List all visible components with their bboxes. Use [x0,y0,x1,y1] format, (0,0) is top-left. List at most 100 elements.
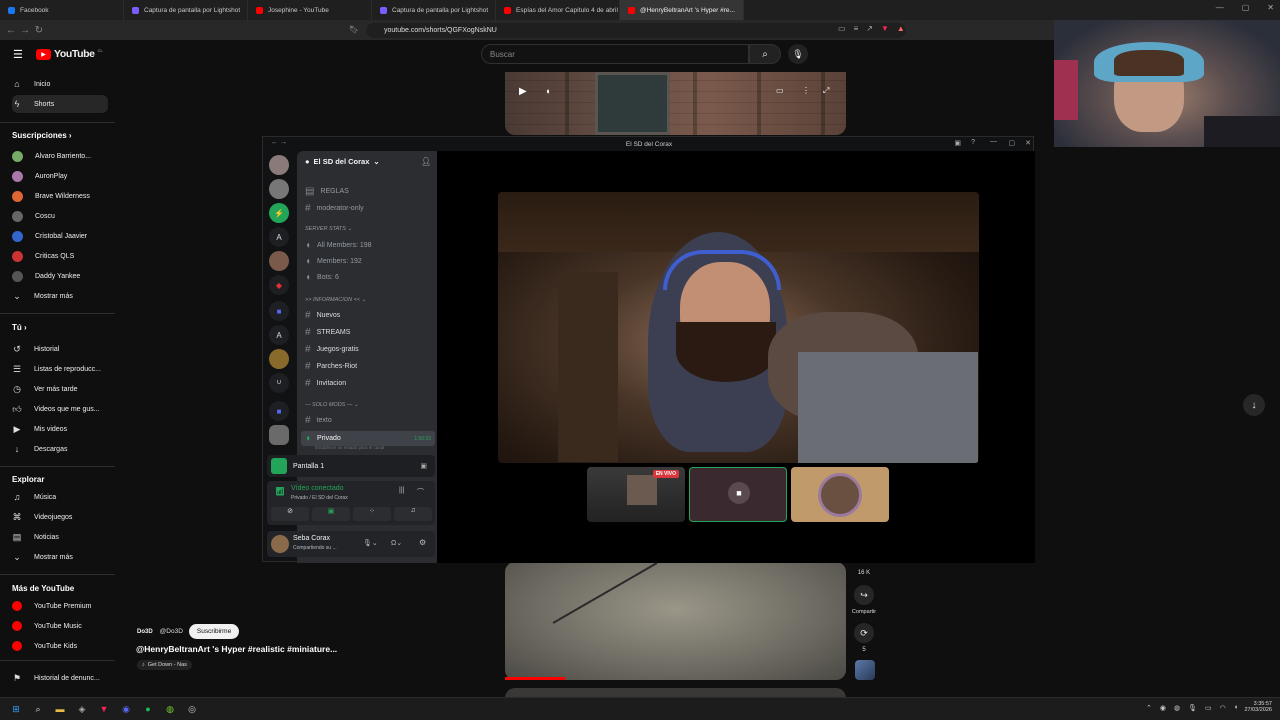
close-icon[interactable]: ✕ [1025,139,1031,147]
audio-thumbnail[interactable] [855,660,875,680]
help-icon[interactable]: ? [971,139,975,146]
sidebar-item-more[interactable]: YouTube Premium [12,597,108,615]
browser-tab[interactable]: Espías del Amor Capítulo 4 de abril [496,0,620,20]
next-short-button[interactable]: ↓ [1243,394,1265,416]
subscription-item[interactable]: Criticas QLS [12,247,108,265]
short-video-next[interactable] [505,562,846,680]
category-mods[interactable]: --- SOLO MODS --- ⌄ [305,402,359,408]
search-button[interactable]: ⌕ [749,44,781,64]
shield-icon[interactable]: ◈ [75,702,89,716]
info-channel[interactable]: # STREAMS [305,327,350,338]
menu-icon[interactable]: ☰ [13,48,23,61]
noise-icon[interactable]: ||| [399,487,404,494]
channel-handle[interactable]: @Do3D [160,628,183,635]
subscribe-button[interactable]: Suscribirme [188,624,240,639]
minimize-icon[interactable]: — [1216,3,1224,12]
maximize-icon[interactable]: ▢ [1008,139,1015,147]
fullscreen-icon[interactable]: ⤢ [823,86,829,96]
sidebar-item-you[interactable]: 👍︎ Videos que me gus... [12,400,108,418]
app-icon[interactable]: ◍ [163,702,177,716]
server-icon[interactable]: ⚡ [269,203,289,223]
server-icon[interactable]: A [269,325,289,345]
stream-tile-camera[interactable]: ■ [689,467,787,522]
file-explorer-icon[interactable]: ▬ [53,702,67,716]
url-field[interactable]: youtube.com/shorts/QGFXogNskNU [366,23,906,38]
search-input[interactable]: Buscar [481,44,749,64]
windows-start-icon[interactable]: ⊞ [9,702,23,716]
settings-icon[interactable]: ⚙ [419,538,426,547]
volume-icon[interactable]: ◖ [545,86,550,96]
sidebar-item-you[interactable]: ☰ Listas de reproducc... [12,360,108,378]
stream-tile-avatar[interactable] [791,467,889,522]
mod-channel[interactable]: # texto [305,415,332,426]
tray-app-icon[interactable]: ◉ [1160,704,1166,712]
server-icon-active[interactable] [269,425,289,445]
show-more-subscriptions[interactable]: ⌄ Mostrar más [12,287,108,305]
voice-search-button[interactable]: 🎙︎ [788,44,808,64]
brave-shield-icon[interactable]: ▼ [881,24,889,33]
stat-channel[interactable]: ◖ All Members: 198 [305,240,372,251]
search-icon[interactable]: ⌕ [31,702,45,716]
folder-icon[interactable]: ■ [269,301,289,321]
browser-tab[interactable]: Captura de pantalla por Lightshot [372,0,496,20]
remix-button[interactable]: ⟳ [854,623,874,643]
clock[interactable]: 3:35:57 27/03/2026 [1238,701,1272,713]
camera-off-button[interactable]: ⊘ [271,507,309,521]
soundboard-button[interactable]: ♫ [394,507,432,521]
captions-icon[interactable]: ▭ [776,86,784,95]
channel-avatar[interactable]: Do3D [136,627,154,636]
youtube-logo[interactable]: ▶ YouTube CL [36,48,103,60]
browser-tab[interactable]: Captura de pantalla por Lightshot [124,0,248,20]
mic-icon[interactable]: 🎙︎⌄ [363,539,378,547]
stream-tile-screen[interactable]: EN VIVO [587,467,685,522]
wifi-icon[interactable]: ◠ [1220,704,1226,712]
add-member-icon[interactable]: 👤︎ [421,157,431,166]
server-header[interactable]: ● El SD del Corax ⌄ [305,157,380,166]
play-icon[interactable]: ▶ [519,86,527,97]
sidebar-item-explore[interactable]: ⌄ Mostrar más [12,548,108,566]
info-channel[interactable]: # Juegos-gratis [305,344,359,355]
connection-status[interactable]: Vídeo conectado [291,485,344,492]
server-icon[interactable] [269,179,289,199]
translate-icon[interactable]: ≡ [854,24,859,33]
inbox-icon[interactable]: ▣ [954,139,961,147]
spotify-icon[interactable]: ● [141,702,155,716]
rewards-icon[interactable]: ▲ [897,24,905,33]
user-name[interactable]: Seba Corax [293,535,330,542]
sidebar-item-inicio[interactable]: ⌂ Inicio [12,75,108,93]
chevron-up-icon[interactable]: ⌃ [1146,704,1152,712]
sidebar-item-explore[interactable]: ♫ Música [12,488,108,506]
category-info[interactable]: >> INFORMACION << ⌄ [305,297,366,303]
server-icon[interactable] [269,155,289,175]
browser-tab[interactable]: Josephine - YouTube [248,0,372,20]
stream-video[interactable] [498,192,979,463]
sidebar-item-more[interactable]: YouTube Music [12,617,108,635]
sidebar-item-you[interactable]: ↺ Historial [12,340,108,358]
screen-share-panel[interactable]: Pantalla 1 ▣ [267,455,435,477]
tray-app-icon[interactable]: ◍ [1174,704,1180,712]
info-channel[interactable]: # Parches-Riot [305,361,357,372]
channel-rules[interactable]: ▤ REGLAS [305,186,349,197]
maximize-icon[interactable]: ▢ [1242,3,1250,12]
bookmark-icon[interactable]: 🔖︎ [349,25,359,34]
sidebar-item-you[interactable]: ◷ Ver más tarde [12,380,108,398]
mic-icon[interactable]: 🎙︎ [1188,704,1197,712]
back-icon[interactable]: ← [4,25,18,36]
server-icon[interactable]: ◆ [269,275,289,295]
category-stats[interactable]: SERVER STATS ⌄ [305,226,352,232]
music-chip[interactable]: ♪ Get Down - Nas [137,660,192,670]
disconnect-icon[interactable]: ⌒ [417,487,424,497]
sidebar-item-explore[interactable]: ▤ Noticias [12,528,108,546]
back-arrow-icon[interactable]: ← → [271,139,287,146]
stat-channel[interactable]: ◖ Bots: 6 [305,272,339,283]
headphones-icon[interactable]: Ω⌄ [391,539,402,547]
short-title[interactable]: @HenryBeltranArt 's Hyper #realistic #mi… [136,644,337,654]
screen-icon[interactable]: ▭ [838,24,846,33]
minimize-icon[interactable]: — [990,138,997,145]
server-icon[interactable] [269,251,289,271]
sidebar-item-you[interactable]: ▶ Mis videos [12,420,108,438]
info-channel[interactable]: # Invitacion [305,378,346,389]
more-icon[interactable]: ⋮ [802,86,810,95]
browser-tab[interactable]: @HenryBeltranArt 's Hyper #re... [620,0,744,20]
short-video-player[interactable]: ▶ ◖ ▭ ⋮ ⤢ [505,72,846,135]
